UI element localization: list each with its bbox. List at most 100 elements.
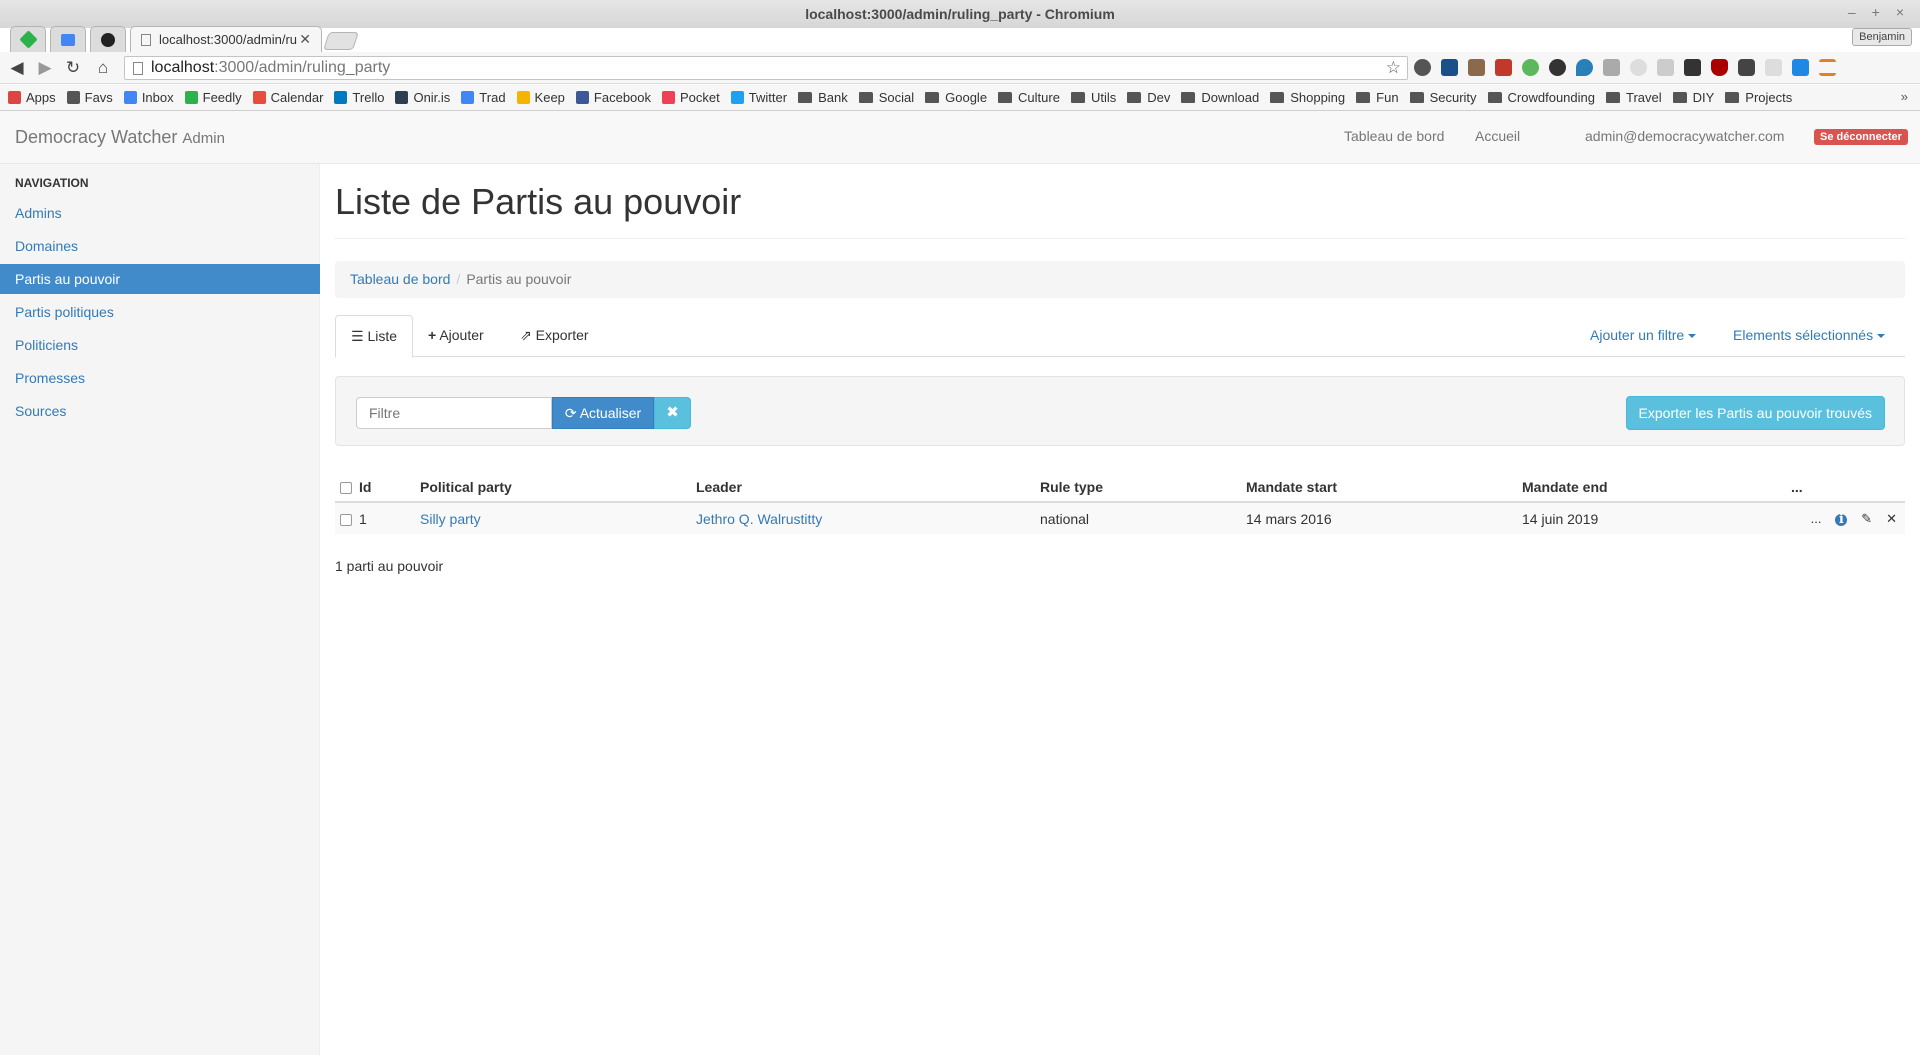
pinned-tab-feedly[interactable] bbox=[10, 26, 46, 52]
new-tab-button[interactable] bbox=[323, 32, 359, 50]
drop-icon[interactable] bbox=[1576, 59, 1593, 76]
bookmark-inbox[interactable]: Inbox bbox=[123, 90, 174, 105]
bookmark-folder-social[interactable]: Social bbox=[858, 90, 914, 105]
column-header-political-party[interactable]: Political party bbox=[420, 472, 696, 503]
bookmark-star-icon[interactable]: ☆ bbox=[1386, 57, 1401, 79]
extension-icon[interactable] bbox=[1684, 59, 1701, 76]
maximize-icon[interactable]: + bbox=[1872, 4, 1880, 20]
bookmark-trello[interactable]: Trello bbox=[334, 90, 384, 105]
sidebar-item-politiciens[interactable]: Politiciens bbox=[0, 330, 320, 360]
bookmark-feedly[interactable]: Feedly bbox=[184, 90, 242, 105]
sidebar-item-admins[interactable]: Admins bbox=[0, 198, 320, 228]
more-bookmarks-icon[interactable]: » bbox=[1901, 89, 1908, 104]
bookmark-folder-utils[interactable]: Utils bbox=[1070, 90, 1116, 105]
row-more-link[interactable]: ... bbox=[1811, 511, 1822, 526]
column-header-mandate-end[interactable]: Mandate end bbox=[1522, 472, 1785, 503]
pencil-icon[interactable]: ✎ bbox=[1861, 511, 1872, 526]
export-found-button[interactable]: Exporter les Partis au pouvoir trouvés bbox=[1625, 396, 1885, 430]
bookmark-folder-shopping[interactable]: Shopping bbox=[1270, 90, 1345, 105]
bookmark-calendar[interactable]: Calendar bbox=[252, 90, 323, 105]
bookmark-folder-dev[interactable]: Dev bbox=[1127, 90, 1170, 105]
bookmark-keep[interactable]: Keep bbox=[516, 90, 565, 105]
cell-political-party: Silly party bbox=[420, 502, 696, 534]
add-filter-dropdown[interactable]: Ajouter un filtre bbox=[1590, 315, 1697, 356]
ublock-icon[interactable] bbox=[1711, 59, 1728, 76]
address-bar[interactable]: localhost:3000/admin/ruling_party ☆ bbox=[124, 56, 1408, 80]
bookmark-folder-google[interactable]: Google bbox=[925, 90, 987, 105]
bookmark-pocket[interactable]: Pocket bbox=[662, 90, 720, 105]
pinned-tab-github[interactable] bbox=[90, 26, 126, 52]
user-email[interactable]: admin@democracywatcher.com bbox=[1585, 128, 1784, 144]
extension-icon[interactable] bbox=[1603, 59, 1620, 76]
bookmark-folder-travel[interactable]: Travel bbox=[1605, 90, 1662, 105]
bookmark-trad[interactable]: Trad bbox=[461, 90, 506, 105]
reload-icon[interactable]: ↻ bbox=[62, 58, 84, 78]
extension-icon[interactable] bbox=[1495, 59, 1512, 76]
home-icon[interactable]: ⌂ bbox=[92, 58, 114, 78]
leader-link[interactable]: Jethro Q. Walrustitty bbox=[696, 511, 822, 527]
back-icon[interactable]: ◀ bbox=[6, 58, 28, 78]
gear-icon[interactable] bbox=[1549, 59, 1566, 76]
bookmark-folder-culture[interactable]: Culture bbox=[998, 90, 1060, 105]
info-icon[interactable]: i bbox=[1835, 513, 1848, 526]
tab-export-label: Exporter bbox=[535, 327, 589, 343]
refresh-button[interactable]: ⟳ Actualiser bbox=[552, 397, 654, 429]
bookmark-favs[interactable]: Favs bbox=[66, 90, 113, 105]
sidebar-item-domaines[interactable]: Domaines bbox=[0, 231, 320, 261]
sidebar-item-promesses[interactable]: Promesses bbox=[0, 363, 320, 393]
column-header-mandate-start[interactable]: Mandate start bbox=[1246, 472, 1522, 503]
bookmark-folder-download[interactable]: Download bbox=[1181, 90, 1259, 105]
tab-export[interactable]: ⇗ Exporter bbox=[505, 315, 604, 357]
forward-icon[interactable]: ▶ bbox=[34, 58, 56, 78]
extension-icon[interactable] bbox=[1522, 59, 1539, 76]
bookmark-facebook[interactable]: Facebook bbox=[575, 90, 651, 105]
bookmark-folder-diy[interactable]: DIY bbox=[1672, 90, 1714, 105]
bookmark-folder-fun[interactable]: Fun bbox=[1356, 90, 1399, 105]
extension-icon[interactable] bbox=[1414, 59, 1431, 76]
pinned-tab-inbox[interactable] bbox=[50, 26, 86, 52]
logout-button[interactable]: Se déconnecter bbox=[1814, 129, 1908, 145]
tab-list[interactable]: ☰ Liste bbox=[335, 315, 414, 358]
brand[interactable]: Democracy Watcher Admin bbox=[15, 127, 225, 148]
sidebar-item-partis-politiques[interactable]: Partis politiques bbox=[0, 297, 320, 327]
page-info-icon[interactable] bbox=[133, 61, 143, 75]
sidebar-item-partis-au-pouvoir[interactable]: Partis au pouvoir bbox=[0, 264, 320, 294]
close-window-icon[interactable]: × bbox=[1896, 4, 1904, 20]
sidebar-item-sources[interactable]: Sources bbox=[0, 396, 320, 426]
apps-grid-icon bbox=[8, 91, 21, 104]
nav-dashboard-link[interactable]: Tableau de bord bbox=[1344, 128, 1444, 144]
minimize-icon[interactable]: – bbox=[1848, 4, 1856, 20]
extension-icon[interactable] bbox=[1468, 59, 1485, 76]
column-header-id[interactable]: Id bbox=[357, 472, 420, 503]
nav-home-link[interactable]: Accueil bbox=[1475, 128, 1520, 144]
selected-elements-dropdown[interactable]: Elements sélectionnés bbox=[1733, 315, 1886, 356]
tab-add[interactable]: + Ajouter bbox=[413, 315, 499, 357]
bookmark-folder-bank[interactable]: Bank bbox=[798, 90, 848, 105]
tab-close-icon[interactable]: ✕ bbox=[299, 31, 311, 48]
extension-icon[interactable] bbox=[1630, 59, 1647, 76]
extension-icon[interactable] bbox=[1441, 59, 1458, 76]
bookmark-apps[interactable]: Apps bbox=[8, 90, 56, 105]
select-all-checkbox[interactable] bbox=[340, 481, 352, 494]
clear-filter-button[interactable]: ✖ bbox=[654, 397, 691, 429]
menu-icon[interactable] bbox=[1819, 59, 1836, 76]
bookmark-folder-crowdfounding[interactable]: Crowdfounding bbox=[1487, 90, 1595, 105]
pocket-icon[interactable] bbox=[1738, 59, 1755, 76]
extension-icon[interactable] bbox=[1657, 59, 1674, 76]
bookmark-links: Apps Favs Inbox Feedly Calendar Trello Onir.is… bbox=[8, 90, 798, 105]
bookmark-folder-projects[interactable]: Projects bbox=[1725, 90, 1792, 105]
bookmark-folder-security[interactable]: Security bbox=[1409, 90, 1477, 105]
row-checkbox[interactable] bbox=[340, 513, 352, 526]
extension-icon[interactable] bbox=[1792, 59, 1809, 76]
breadcrumb-dashboard-link[interactable]: Tableau de bord bbox=[350, 271, 450, 287]
filter-input[interactable] bbox=[356, 397, 552, 429]
extension-icon[interactable] bbox=[1765, 59, 1782, 76]
breadcrumb-current: Partis au pouvoir bbox=[466, 271, 572, 287]
political-party-link[interactable]: Silly party bbox=[420, 511, 481, 527]
bookmark-twitter[interactable]: Twitter bbox=[730, 90, 787, 105]
bookmark-onir-is[interactable]: Onir.is bbox=[395, 90, 450, 105]
delete-icon[interactable]: ✕ bbox=[1886, 511, 1897, 526]
tab-admin[interactable]: localhost:3000/admin/ru ✕ bbox=[130, 26, 322, 52]
column-header-leader[interactable]: Leader bbox=[696, 472, 1040, 503]
column-header-rule-type[interactable]: Rule type bbox=[1040, 472, 1246, 503]
